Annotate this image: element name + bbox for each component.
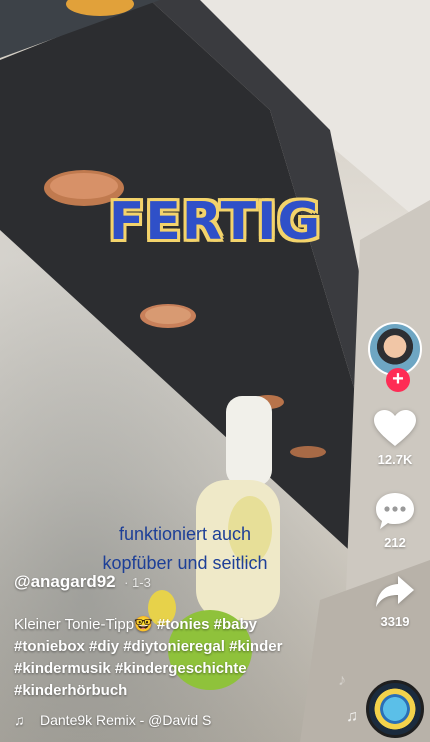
- post-description: Kleiner Tonie-Tipp🤓 #tonies #baby #tonie…: [14, 614, 334, 702]
- description-line-1: Kleiner Tonie-Tipp🤓 #tonies #baby: [14, 614, 334, 636]
- plus-icon: +: [392, 368, 404, 390]
- floating-note-icon: ♪: [338, 672, 346, 689]
- heart-icon: [374, 410, 416, 446]
- hashtag-link[interactable]: #kinderhörbuch: [14, 682, 127, 699]
- sound-link[interactable]: ♫ Dante9k Remix - @David S: [14, 712, 244, 728]
- share-arrow-icon: [376, 576, 414, 607]
- floating-note-icon: ♫: [346, 708, 358, 725]
- post-date: · 1-3: [124, 575, 151, 590]
- comment-count: 212: [384, 535, 406, 550]
- post-meta: @anagard92 · 1-3 Kleiner Tonie-Tipp🤓 #to…: [14, 572, 334, 702]
- comment-icon: [376, 493, 414, 529]
- hashtag-link[interactable]: #kinder: [229, 638, 282, 655]
- share-count: 3319: [380, 614, 410, 629]
- hashtag-link[interactable]: #kindergeschichte: [115, 660, 247, 677]
- hashtag-link[interactable]: #toniebox: [14, 638, 85, 655]
- username-link[interactable]: @anagard92: [14, 572, 116, 591]
- hashtag-link[interactable]: #diy: [89, 638, 119, 655]
- caption-line-1: funktioniert auch: [118, 524, 252, 544]
- overlay-caption: funktioniert auch kopfüber und seitlich: [40, 520, 330, 578]
- sound-disc[interactable]: [366, 680, 424, 738]
- author-row: @anagard92 · 1-3: [14, 572, 334, 592]
- music-note-icon: ♫: [14, 712, 25, 728]
- description-line-4: #kinderhörbuch: [14, 680, 334, 702]
- sound-title: Dante9k Remix - @David S: [40, 712, 212, 728]
- overlay-title: FERTIG: [108, 192, 322, 252]
- hashtag-link[interactable]: #baby: [214, 616, 257, 633]
- hashtag-link[interactable]: #kindermusik: [14, 660, 111, 677]
- hashtag-link[interactable]: #tonies: [157, 616, 210, 633]
- share-button[interactable]: 3319: [374, 574, 416, 629]
- follow-button[interactable]: +: [386, 368, 410, 392]
- hashtag-link[interactable]: #diytonieregal: [123, 638, 225, 655]
- description-line-2: #toniebox #diy #diytonieregal #kinder: [14, 636, 334, 658]
- description-lead: Kleiner Tonie-Tipp🤓: [14, 616, 153, 633]
- like-button[interactable]: 12.7K: [374, 410, 416, 467]
- description-line-3: #kindermusik #kindergeschichte: [14, 658, 334, 680]
- like-count: 12.7K: [377, 452, 413, 467]
- comment-button[interactable]: 212: [374, 491, 416, 550]
